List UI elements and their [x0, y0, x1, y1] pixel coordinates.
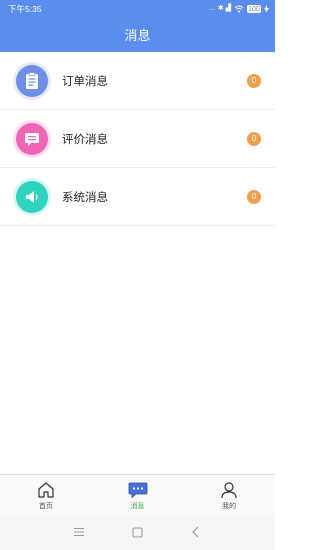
system-nav-bar: [0, 514, 275, 550]
tab-messages[interactable]: 消息: [92, 475, 184, 514]
unread-badge: 0: [247, 189, 261, 204]
clipboard-icon: [16, 65, 48, 97]
header: 消息: [0, 17, 275, 52]
tab-label: 消息: [130, 503, 145, 510]
tab-label: 我的: [222, 503, 237, 510]
unread-badge: 0: [247, 73, 261, 88]
tab-label: 首页: [38, 503, 53, 510]
message-label: 订单消息: [62, 75, 108, 88]
status-icons: … ✱ ▟: [208, 5, 231, 12]
message-row-order[interactable]: 订单消息 0: [0, 52, 275, 110]
home-icon: [36, 480, 56, 500]
tab-home[interactable]: 首页: [0, 475, 92, 514]
menu-icon[interactable]: [69, 522, 89, 542]
home-square-icon[interactable]: [127, 522, 147, 542]
speaker-icon: [16, 181, 48, 213]
message-row-system[interactable]: 系统消息 0: [0, 168, 275, 226]
back-icon[interactable]: [186, 522, 206, 542]
charging-icon: [264, 4, 269, 13]
status-bar: 下午5:35 … ✱ ▟ 100: [0, 0, 275, 17]
wifi-icon: [234, 5, 244, 12]
chat-icon: [128, 480, 148, 500]
battery-icon: 100: [247, 4, 261, 13]
message-list: 订单消息 0 评价消息 0 系统消息 0: [0, 52, 275, 226]
message-row-review[interactable]: 评价消息 0: [0, 110, 275, 168]
message-label: 系统消息: [62, 191, 108, 204]
status-time: 下午5:35: [8, 3, 42, 14]
comment-icon: [16, 123, 48, 155]
page-title: 消息: [124, 28, 151, 43]
status-indicators: … ✱ ▟ 100: [208, 4, 269, 13]
message-label: 评价消息: [62, 133, 108, 146]
unread-badge: 0: [247, 131, 261, 146]
tab-profile[interactable]: 我的: [183, 475, 275, 514]
bottom-tab-bar: 首页 消息 我的: [0, 474, 275, 514]
person-icon: [219, 480, 239, 500]
